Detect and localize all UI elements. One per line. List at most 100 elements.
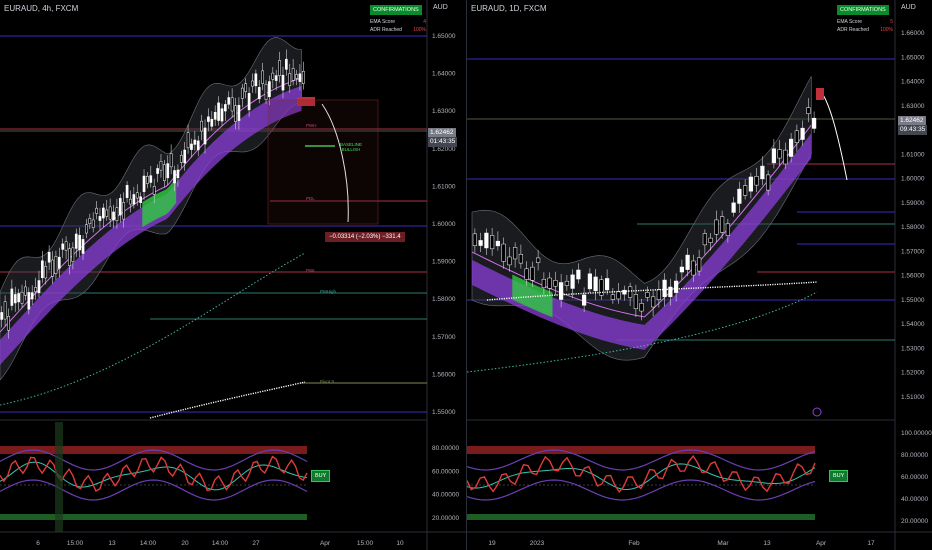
candle-body (207, 116, 210, 122)
ema-score-row: EMA Score 5 (837, 19, 893, 25)
symbol-title-left[interactable]: EURAUD, 4h, FXCM (4, 4, 78, 13)
candle-body (513, 247, 518, 260)
price-axis-label: 1.65000 (432, 33, 456, 40)
candle-body (227, 97, 231, 105)
candle-body (95, 207, 98, 214)
candle-body (74, 233, 78, 249)
candle-body (576, 269, 581, 280)
candle-body (702, 233, 707, 246)
currency-label-right: AUD (901, 4, 916, 11)
time-axis-label: 10 (396, 540, 404, 547)
price-axis-label: 1.60000 (901, 176, 925, 183)
candle-body (240, 87, 244, 99)
candle-body (559, 282, 564, 300)
candle-body (173, 170, 176, 184)
level-label-pmhigh: PMHigh (320, 289, 337, 294)
candle-body (237, 104, 241, 121)
currency-label-left: AUD (433, 4, 448, 11)
candle-body (146, 176, 149, 184)
candle-body (714, 219, 719, 235)
time-axis-label: 13 (763, 540, 771, 547)
chart-canvas-right[interactable]: 1.660001.650001.640001.630001.620001.610… (467, 0, 932, 550)
candle-body (13, 294, 17, 304)
osc-axis-label: 40.00000 (901, 496, 928, 503)
chart-pane-right[interactable]: 1.660001.650001.640001.630001.620001.610… (466, 0, 932, 550)
osc-line (0, 455, 308, 492)
candle-body (737, 188, 742, 204)
candle-body (662, 279, 667, 297)
candle-body (281, 74, 285, 91)
candle-body (651, 296, 656, 308)
candle-body (224, 104, 227, 112)
chart-canvas-left[interactable]: 1.650001.640001.630001.620001.610001.600… (0, 0, 466, 550)
candle-body (118, 198, 122, 216)
candle-body (125, 185, 129, 198)
candle-body (217, 102, 220, 121)
candle-body (122, 202, 126, 220)
price-axis-label: 1.55000 (432, 409, 456, 416)
price-axis-label: 1.58000 (901, 224, 925, 231)
sma-dotted (149, 381, 306, 419)
candle-body (553, 280, 558, 287)
buy-signal-left[interactable]: BUY (311, 470, 331, 482)
time-axis-label: 14:00 (140, 540, 157, 547)
price-axis-label: 1.64000 (432, 71, 456, 78)
candle-body (685, 254, 690, 270)
candle-body (582, 294, 587, 306)
candle-body (536, 257, 541, 263)
candle-body (132, 194, 136, 205)
confirmations-title: CONFIRMATIONS (837, 5, 889, 15)
time-axis-label: Apr (320, 540, 331, 547)
candle-body (41, 260, 44, 279)
candle-body (47, 252, 51, 263)
buy-signal-right[interactable]: BUY (829, 470, 849, 482)
chart-pane-left[interactable]: 1.65000 1.64000 1.63000 1.62000 1.61000 1.600… (0, 0, 466, 550)
candle-body (610, 294, 615, 300)
price-axis-label: 1.63000 (432, 108, 456, 115)
candle-body (196, 140, 200, 151)
candle-body (691, 260, 696, 276)
candle-body (34, 287, 37, 293)
candle-body (264, 83, 268, 100)
candle-body (616, 291, 621, 300)
candle-body (530, 266, 535, 281)
candle-body (783, 149, 788, 165)
symbol-title-right[interactable]: EURAUD, 1D, FXCM (471, 4, 547, 13)
price-axis-label: 1.61000 (432, 183, 456, 190)
osc-axis-label: 20.00000 (432, 515, 459, 522)
candle-body (3, 301, 7, 320)
candle-body (524, 268, 529, 280)
candle-body (51, 259, 54, 277)
candle-body (149, 175, 153, 183)
candle-body (478, 240, 483, 246)
candle-body (234, 105, 237, 122)
candle-body (129, 198, 132, 205)
candle-body (200, 120, 203, 132)
candle-body (541, 278, 546, 289)
candle-body (37, 280, 41, 293)
candle-body (472, 233, 477, 246)
candle-body (190, 143, 193, 150)
candle-body (27, 292, 31, 310)
candle-body (247, 93, 251, 111)
confirmations-panel-left: CONFIRMATIONS EMA Score 4 ADR Reached 100% (370, 5, 426, 34)
candle-body (748, 176, 753, 192)
candle-body (251, 80, 254, 87)
candle-body (501, 243, 506, 262)
price-axis-label: 1.59000 (432, 259, 456, 266)
price-axis-label: 1.57000 (432, 334, 456, 341)
time-axis-label: 15:00 (357, 540, 374, 547)
candle-body (163, 164, 166, 181)
candle-body (261, 70, 264, 84)
adr-row: ADR Reached 100% (370, 27, 426, 33)
candle-body (210, 118, 214, 127)
candle-body (0, 312, 4, 320)
time-axis-label: 20 (181, 540, 189, 547)
candle-body (186, 132, 190, 149)
ichimoku-cloud (0, 85, 302, 366)
countdown-tag-left: 01:43:35 (428, 137, 458, 147)
osc-axis-label: 60.00000 (901, 474, 928, 481)
time-axis-label: 6 (36, 540, 40, 547)
candle-body (115, 207, 119, 221)
candle-body (570, 274, 575, 289)
